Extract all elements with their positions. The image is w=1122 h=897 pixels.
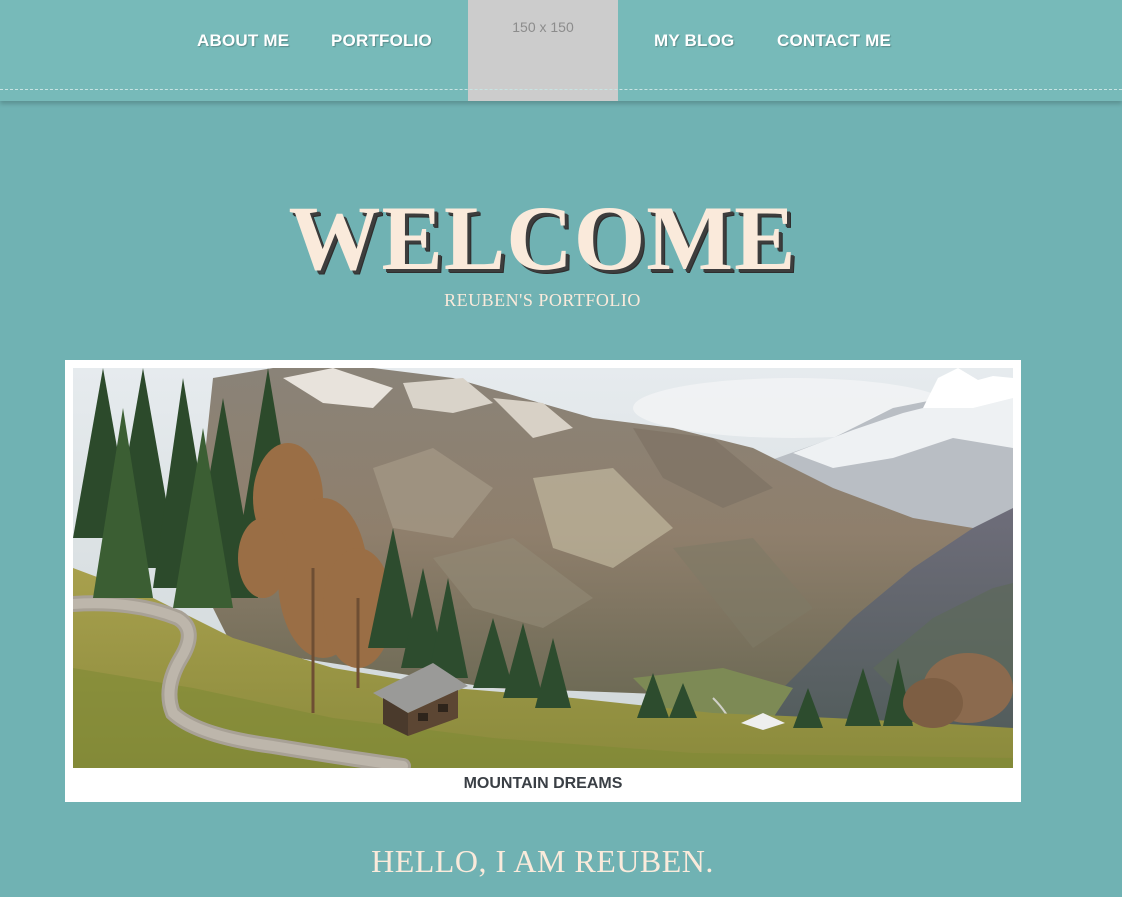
featured-image-card: MOUNTAIN DREAMS (65, 360, 1021, 802)
nav-my-blog-link[interactable]: MY BLOG (654, 31, 734, 51)
welcome-heading: WELCOME (288, 187, 797, 289)
nav-divider (0, 89, 1122, 90)
intro-heading: HELLO, I AM REUBEN. (371, 843, 714, 879)
nav-portfolio-link[interactable]: PORTFOLIO (331, 31, 432, 51)
mountain-landscape-photo (73, 368, 1013, 768)
nav-about-me-link[interactable]: ABOUT ME (197, 31, 289, 51)
logo-placeholder-image[interactable]: 150 x 150 (468, 0, 618, 101)
page: ABOUT ME PORTFOLIO 150 x 150 MY BLOG CON… (0, 0, 1122, 897)
top-nav: ABOUT ME PORTFOLIO 150 x 150 MY BLOG CON… (0, 0, 1122, 101)
nav-contact-me-link[interactable]: CONTACT ME (777, 31, 891, 51)
portfolio-subtitle: REUBEN'S PORTFOLIO (444, 290, 641, 310)
image-caption: MOUNTAIN DREAMS (463, 775, 623, 792)
logo-placeholder-label: 150 x 150 (512, 19, 574, 35)
